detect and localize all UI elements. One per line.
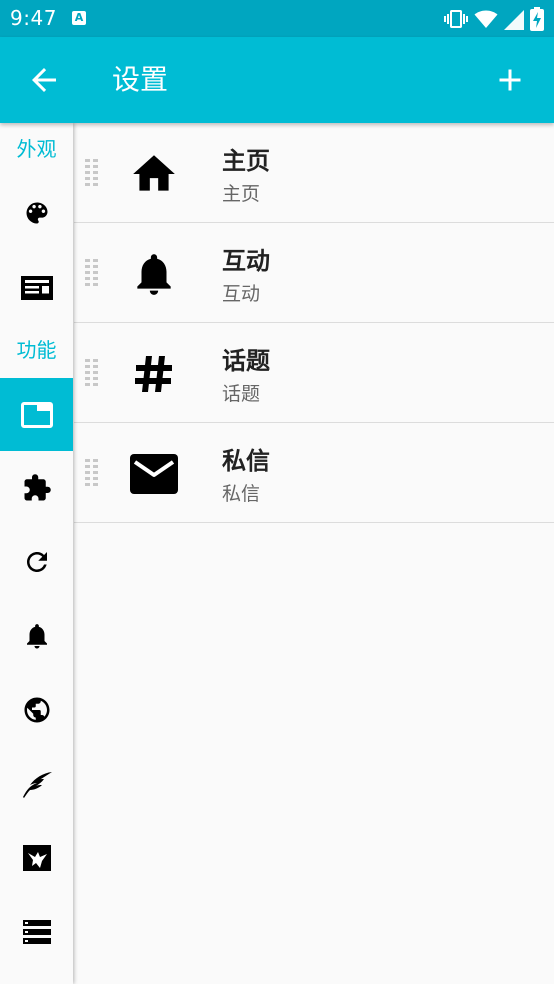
row-subtitle: 私信 bbox=[222, 483, 261, 505]
row-subtitle: 主页 bbox=[222, 183, 261, 205]
status-time: 9:47 bbox=[10, 6, 57, 30]
sidebar-item-tabs[interactable] bbox=[0, 378, 73, 451]
sidebar-item-extensions[interactable] bbox=[0, 451, 73, 524]
sidebar-item-compose[interactable] bbox=[0, 747, 73, 820]
arrow-left-icon bbox=[32, 68, 56, 92]
sidebar-item-refresh[interactable] bbox=[0, 525, 73, 598]
tabs-list: 主页 主页 互动 互动 话题 话题 私信 私信 bbox=[74, 123, 554, 523]
drag-handle-icon[interactable] bbox=[83, 158, 101, 188]
bell-icon bbox=[129, 249, 179, 299]
hashtag-icon bbox=[129, 349, 179, 399]
image-bird-icon bbox=[22, 844, 51, 871]
status-icons bbox=[444, 7, 544, 31]
list-item[interactable]: 私信 私信 bbox=[74, 423, 554, 523]
row-title: 互动 bbox=[222, 247, 270, 275]
drag-handle-icon[interactable] bbox=[83, 258, 101, 288]
add-button[interactable] bbox=[492, 62, 528, 98]
row-subtitle: 互动 bbox=[222, 283, 261, 305]
sidebar-item-theme[interactable] bbox=[0, 176, 73, 249]
list-item[interactable]: 话题 话题 bbox=[74, 323, 554, 423]
puzzle-icon bbox=[24, 473, 51, 500]
row-subtitle: 话题 bbox=[222, 383, 261, 405]
sidebar-section-functions: 功能 bbox=[16, 338, 57, 362]
sidebar-item-network[interactable] bbox=[0, 673, 73, 746]
sidebar-item-storage[interactable] bbox=[0, 895, 73, 968]
settings-category-sidebar: 外观 功能 bbox=[0, 123, 73, 984]
list-item[interactable]: 主页 主页 bbox=[74, 123, 554, 223]
palette-icon bbox=[26, 202, 47, 223]
sidebar-item-notifications[interactable] bbox=[0, 599, 73, 672]
plus-icon bbox=[499, 69, 521, 91]
globe-icon bbox=[24, 697, 49, 722]
status-bar: 9:47 A bbox=[0, 0, 554, 37]
sidebar-item-layout[interactable] bbox=[0, 251, 73, 324]
refresh-icon bbox=[26, 551, 47, 572]
page-title: 设置 bbox=[112, 63, 169, 96]
signal-icon bbox=[504, 10, 524, 30]
row-title: 主页 bbox=[222, 147, 270, 175]
sidebar-section-appearance: 外观 bbox=[16, 137, 57, 161]
storage-icon bbox=[22, 919, 51, 944]
sidebar-item-media[interactable] bbox=[0, 821, 73, 894]
app-bar: 设置 bbox=[0, 37, 554, 123]
vibrate-icon bbox=[444, 10, 468, 28]
row-title: 私信 bbox=[222, 447, 270, 475]
mail-icon bbox=[129, 449, 179, 499]
bell-icon bbox=[26, 623, 47, 648]
battery-charging-icon bbox=[530, 7, 544, 31]
wifi-icon bbox=[474, 10, 498, 28]
home-icon bbox=[129, 149, 179, 199]
drag-handle-icon[interactable] bbox=[83, 458, 101, 488]
drag-handle-icon[interactable] bbox=[83, 358, 101, 388]
tab-folder-icon bbox=[20, 401, 53, 428]
a-badge-icon: A bbox=[72, 11, 86, 25]
row-title: 话题 bbox=[222, 347, 270, 375]
back-button[interactable] bbox=[26, 62, 62, 98]
list-item[interactable]: 互动 互动 bbox=[74, 223, 554, 323]
feather-icon bbox=[22, 771, 52, 798]
newspaper-icon bbox=[20, 275, 53, 300]
